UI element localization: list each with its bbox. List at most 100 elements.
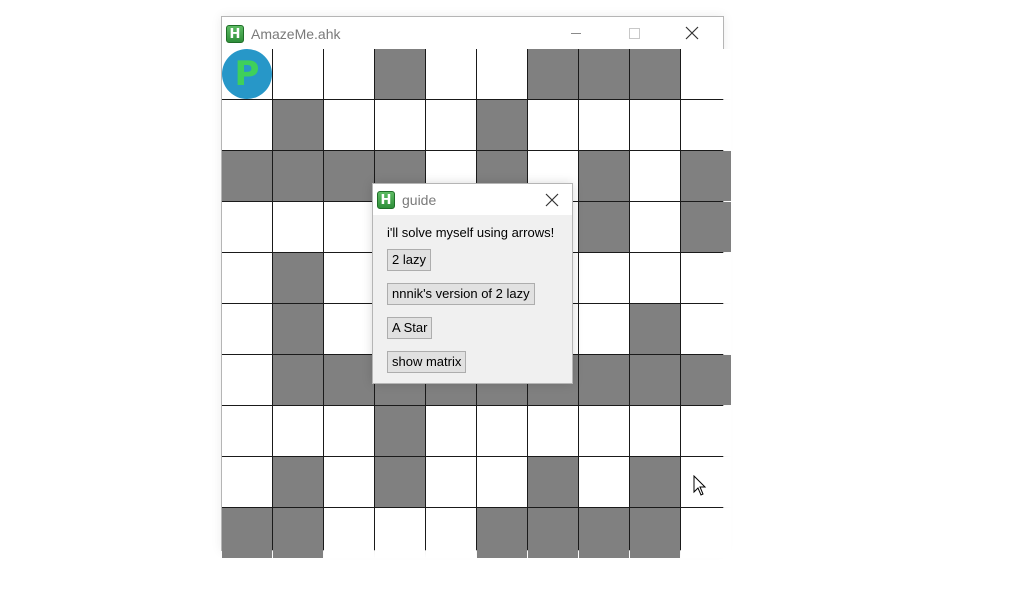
autohotkey-icon: H <box>226 25 244 43</box>
maze-wall-cell <box>630 508 680 558</box>
maze-wall-cell <box>273 253 323 303</box>
maze-wall-cell <box>528 508 578 558</box>
maze-wall-cell <box>630 49 680 99</box>
maze-open-cell <box>426 49 476 99</box>
mouse-cursor-icon <box>693 475 707 496</box>
maze-open-cell <box>630 202 680 252</box>
maze-open-cell <box>681 100 731 150</box>
maze-open-cell <box>579 253 629 303</box>
maze-wall-cell <box>273 508 323 558</box>
maze-open-cell <box>630 100 680 150</box>
window-title: AmazeMe.ahk <box>251 26 341 42</box>
nnnik-two-lazy-button[interactable]: nnnik's version of 2 lazy <box>387 283 535 305</box>
maze-open-cell: P <box>222 49 272 99</box>
maze-wall-cell <box>579 151 629 201</box>
close-icon <box>545 193 559 206</box>
maze-open-cell <box>528 406 578 456</box>
maze-open-cell <box>579 100 629 150</box>
maximize-icon <box>628 27 640 39</box>
maze-open-cell <box>222 355 272 405</box>
maze-open-cell <box>324 508 374 558</box>
maze-open-cell <box>324 202 374 252</box>
dialog-title-bar[interactable]: H guide <box>373 184 572 215</box>
maze-open-cell <box>579 406 629 456</box>
maze-open-cell <box>681 49 731 99</box>
maze-wall-cell <box>528 457 578 507</box>
a-star-button[interactable]: A Star <box>387 317 433 339</box>
maze-open-cell <box>630 151 680 201</box>
maze-open-cell <box>222 253 272 303</box>
maze-open-cell <box>324 49 374 99</box>
maze-open-cell <box>324 304 374 354</box>
maze-open-cell <box>273 202 323 252</box>
maze-open-cell <box>630 253 680 303</box>
maze-wall-cell <box>579 508 629 558</box>
maze-wall-cell <box>630 304 680 354</box>
maze-open-cell <box>528 100 578 150</box>
maze-wall-cell <box>324 151 374 201</box>
maze-wall-cell <box>477 100 527 150</box>
maze-open-cell <box>681 406 731 456</box>
maze-wall-cell <box>528 49 578 99</box>
maze-open-cell <box>222 202 272 252</box>
maze-wall-cell <box>324 355 374 405</box>
maze-open-cell <box>477 49 527 99</box>
autohotkey-icon: H <box>377 191 395 209</box>
show-matrix-button[interactable]: show matrix <box>387 351 467 373</box>
maze-open-cell <box>375 508 425 558</box>
maze-open-cell <box>579 457 629 507</box>
maze-open-cell <box>579 304 629 354</box>
maze-open-cell <box>426 457 476 507</box>
maze-open-cell <box>375 100 425 150</box>
maze-wall-cell <box>579 49 629 99</box>
two-lazy-button[interactable]: 2 lazy <box>387 249 431 271</box>
maze-wall-cell <box>273 100 323 150</box>
maze-wall-cell <box>630 355 680 405</box>
guide-dialog: H guide i'll solve myself using arrows! … <box>372 183 573 384</box>
dialog-prompt: i'll solve myself using arrows! <box>387 225 555 240</box>
maze-wall-cell <box>375 457 425 507</box>
maze-open-cell <box>273 49 323 99</box>
maze-open-cell <box>222 457 272 507</box>
maze-open-cell <box>273 406 323 456</box>
maze-wall-cell <box>273 457 323 507</box>
maze-wall-cell <box>273 304 323 354</box>
maze-open-cell <box>324 457 374 507</box>
maze-open-cell <box>324 100 374 150</box>
title-bar[interactable]: H AmazeMe.ahk <box>222 17 723 49</box>
maze-wall-cell <box>630 457 680 507</box>
maze-wall-cell <box>681 202 731 252</box>
close-button[interactable] <box>669 17 715 49</box>
maze-wall-cell <box>273 151 323 201</box>
maze-wall-cell <box>222 151 272 201</box>
maximize-button[interactable] <box>611 17 657 49</box>
maze-open-cell <box>681 304 731 354</box>
maze-open-cell <box>630 406 680 456</box>
maze-wall-cell <box>273 355 323 405</box>
maze-wall-cell <box>375 49 425 99</box>
maze-wall-cell <box>579 355 629 405</box>
dialog-close-button[interactable] <box>533 184 571 215</box>
maze-wall-cell <box>681 355 731 405</box>
maze-open-cell <box>222 406 272 456</box>
maze-wall-cell <box>222 508 272 558</box>
maze-open-cell <box>477 457 527 507</box>
maze-wall-cell <box>375 406 425 456</box>
maze-wall-cell <box>681 151 731 201</box>
minimize-icon <box>571 32 581 34</box>
dialog-title: guide <box>402 192 437 208</box>
maze-open-cell <box>426 406 476 456</box>
minimize-button[interactable] <box>553 17 599 49</box>
maze-open-cell <box>324 253 374 303</box>
maze-open-cell <box>426 100 476 150</box>
maze-wall-cell <box>579 202 629 252</box>
maze-wall-cell <box>477 508 527 558</box>
maze-open-cell <box>222 100 272 150</box>
maze-open-cell <box>324 406 374 456</box>
maze-open-cell <box>426 508 476 558</box>
player-marker: P <box>222 49 272 99</box>
maze-open-cell <box>222 304 272 354</box>
maze-open-cell <box>681 253 731 303</box>
close-icon <box>685 26 699 40</box>
maze-open-cell <box>477 406 527 456</box>
